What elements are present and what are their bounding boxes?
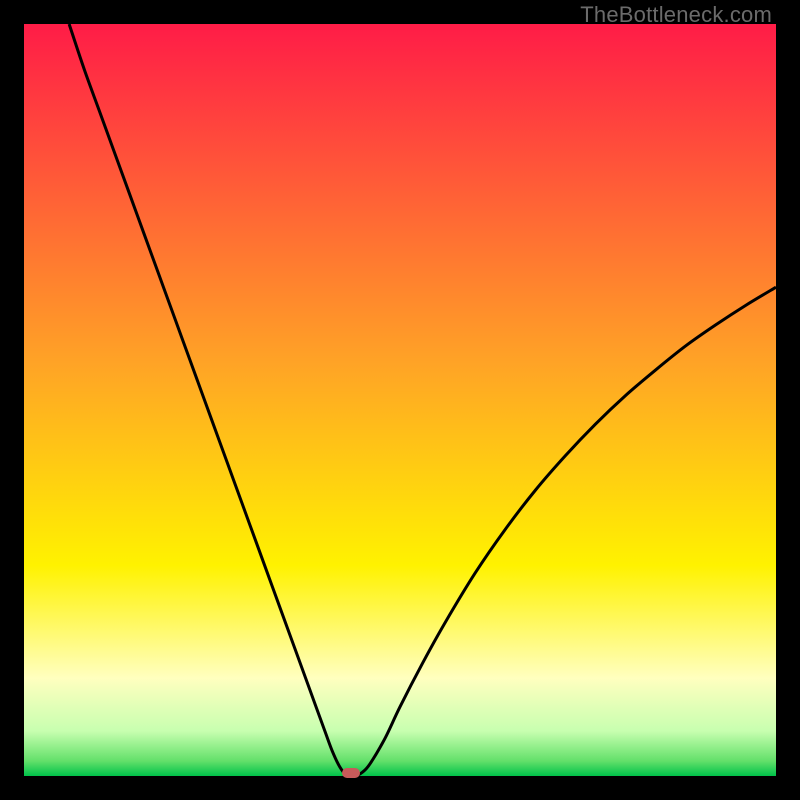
watermark-text: TheBottleneck.com (580, 2, 772, 28)
optimum-marker (342, 768, 360, 778)
chart-frame (24, 24, 776, 776)
bottleneck-chart (24, 24, 776, 776)
gradient-background (24, 24, 776, 776)
